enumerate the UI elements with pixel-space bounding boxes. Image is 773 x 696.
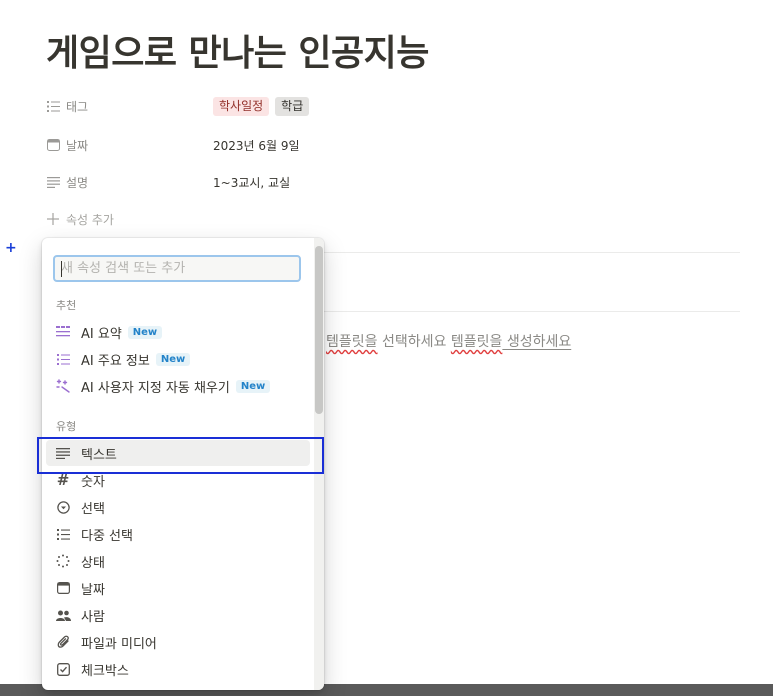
property-label-text: 날짜 [66, 138, 89, 153]
property-value-description[interactable]: 1~3교시, 교실 [213, 174, 290, 191]
property-label-text: 설명 [66, 175, 89, 190]
create-template-link[interactable]: 템플릿을 [451, 334, 503, 350]
menu-item-ai-key-info[interactable]: AI 주요 정보 New [46, 346, 310, 372]
new-badge: New [235, 379, 271, 393]
list-icon [55, 526, 71, 542]
menu-item-ai-autofill[interactable]: AI 사용자 지정 자동 채우기 New [46, 373, 310, 399]
property-label-description[interactable]: 설명 [46, 174, 213, 191]
menu-item-ai-summary[interactable]: AI 요약 New [46, 319, 310, 345]
new-badge: New [155, 352, 191, 366]
calendar-icon [46, 138, 60, 152]
property-label-date[interactable]: 날짜 [46, 137, 213, 154]
list-icon [46, 99, 60, 113]
menu-item-label: AI 주요 정보 [81, 353, 150, 369]
text-caret [61, 261, 62, 277]
add-property-label: 속성 추가 [66, 212, 114, 227]
add-property-button[interactable]: 속성 추가 [46, 206, 726, 232]
ai-summary-icon [55, 324, 71, 340]
tag-chip[interactable]: 학급 [275, 96, 310, 116]
paperclip-icon [55, 634, 71, 650]
template-hint: 템플릿을 선택하세요 템플릿을 생성하세요 [326, 331, 571, 351]
menu-item-label: 날짜 [81, 582, 105, 598]
select-circle-icon [55, 499, 71, 515]
divider [324, 252, 740, 253]
menu-item-checkbox[interactable]: 체크박스 [46, 656, 310, 682]
plus-icon [46, 212, 60, 226]
people-icon [55, 607, 71, 623]
select-template-link[interactable]: 템플릿을 [326, 334, 378, 350]
menu-item-date[interactable]: 날짜 [46, 575, 310, 601]
menu-item-label: AI 사용자 지정 자동 채우기 [81, 380, 230, 396]
tag-chip[interactable]: 학사일정 [213, 96, 270, 116]
menu-item-label: 다중 선택 [81, 528, 133, 544]
status-spinner-icon [55, 553, 71, 569]
divider [324, 311, 740, 312]
selection-highlight-box [37, 437, 324, 474]
checkbox-icon [55, 661, 71, 677]
hash-icon: # [56, 471, 70, 489]
ai-key-info-icon [55, 351, 71, 367]
menu-item-label: 사람 [81, 609, 105, 625]
calendar-icon [55, 580, 71, 596]
menu-item-label: 체크박스 [81, 663, 129, 679]
menu-item-files-media[interactable]: 파일과 미디어 [46, 629, 310, 655]
template-hint-text: 선택하세요 [377, 334, 451, 350]
types-section-label: 유형 [56, 420, 77, 433]
menu-item-status[interactable]: 상태 [46, 548, 310, 574]
menu-item-multi-select[interactable]: 다중 선택 [46, 521, 310, 547]
property-value-date[interactable]: 2023년 6월 9일 [213, 137, 300, 154]
menu-item-label: 상태 [81, 555, 105, 571]
property-row-date[interactable]: 날짜 2023년 6월 9일 [46, 132, 726, 158]
property-label-text: 태그 [66, 99, 89, 114]
menu-item-label: AI 요약 [81, 326, 122, 342]
menu-item-label: 선택 [81, 501, 105, 517]
property-row-tags[interactable]: 태그 학사일정 학급 [46, 93, 726, 119]
property-label-tags[interactable]: 태그 [46, 98, 213, 115]
cursor-crosshair-marker: + [5, 240, 17, 256]
scrollbar-thumb[interactable] [315, 246, 323, 414]
menu-item-person[interactable]: 사람 [46, 602, 310, 628]
create-template-link-suffix[interactable]: 생성하세요 [502, 334, 571, 350]
ai-autofill-icon [55, 378, 71, 394]
new-badge: New [127, 325, 163, 339]
text-lines-icon [46, 175, 60, 189]
property-search-input[interactable] [53, 255, 301, 282]
menu-item-label: 파일과 미디어 [81, 636, 157, 652]
property-row-description[interactable]: 설명 1~3교시, 교실 [46, 169, 726, 195]
menu-item-select[interactable]: 선택 [46, 494, 310, 520]
page-title[interactable]: 게임으로 만나는 인공지능 [46, 24, 429, 76]
suggested-section-label: 추천 [56, 299, 77, 312]
